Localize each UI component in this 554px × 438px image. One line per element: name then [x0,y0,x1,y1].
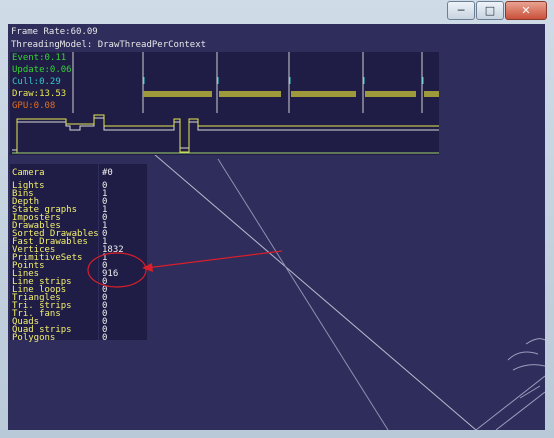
minimize-button[interactable]: ─ [447,1,475,20]
annotation-arrowhead [142,263,153,272]
annotation-arrow-line [145,250,283,269]
close-button[interactable]: ✕ [505,1,547,20]
annotation-circle [87,252,147,288]
render-viewport[interactable]: Frame Rate:60.09 ThreadingModel: DrawThr… [8,24,545,430]
window-controls: ─ □ ✕ [446,1,547,20]
title-bar[interactable]: ─ □ ✕ [0,0,554,24]
application-window: ─ □ ✕ Frame Rate:60.09 ThreadingModel: D… [0,0,554,438]
maximize-button[interactable]: □ [476,1,504,20]
annotation-overlay [87,250,283,288]
